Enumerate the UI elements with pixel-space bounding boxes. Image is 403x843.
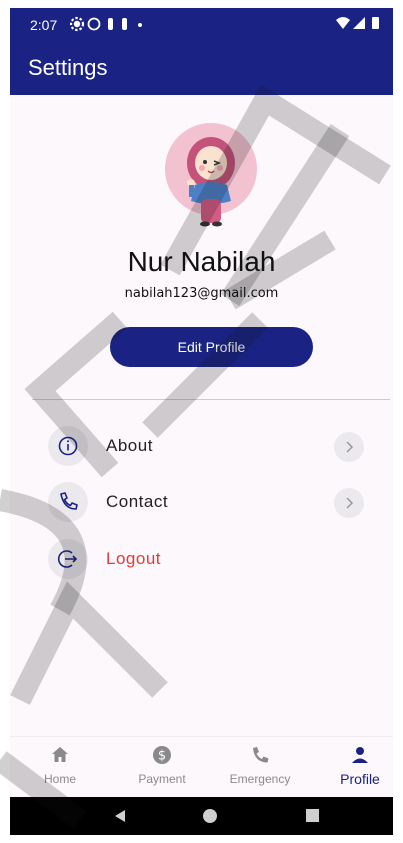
nav-item-payment[interactable]: $ Payment xyxy=(117,737,207,797)
back-icon[interactable] xyxy=(115,810,125,822)
nav-label: Home xyxy=(43,772,76,786)
menu-item-contact[interactable]: Contact xyxy=(48,482,368,522)
status-notification-icons xyxy=(69,16,146,36)
home-icon xyxy=(52,747,68,762)
status-system-icons xyxy=(335,15,383,35)
nav-label: Profile xyxy=(340,771,380,787)
profile-email: nabilah123@gmail.com xyxy=(124,286,279,301)
logout-icon xyxy=(48,539,88,579)
menu-item-label: Contact xyxy=(106,492,169,511)
menu-item-about[interactable]: About xyxy=(48,426,368,466)
nav-item-profile[interactable]: Profile xyxy=(315,737,393,797)
menu-item-logout[interactable]: Logout xyxy=(48,539,368,579)
nav-label: Payment xyxy=(138,772,186,786)
edit-profile-button[interactable]: Edit Profile xyxy=(110,327,313,367)
home-button-icon[interactable] xyxy=(203,809,217,823)
nav-label: Emergency xyxy=(229,772,291,786)
app-bar: Settings xyxy=(10,41,393,95)
nav-item-home[interactable]: Home xyxy=(15,737,105,797)
bottom-navigation: Home $ Payment Emergency Profile xyxy=(10,736,393,797)
system-navigation-bar xyxy=(10,797,393,835)
avatar-illustration xyxy=(187,137,235,227)
recents-icon[interactable] xyxy=(306,809,319,822)
chevron-right-icon[interactable] xyxy=(334,432,364,462)
dollar-icon: $ xyxy=(153,746,171,764)
notification-icons xyxy=(69,16,142,32)
chevron-right-icon[interactable] xyxy=(334,488,364,518)
wifi-signal-battery-icons xyxy=(336,17,379,29)
phone-icon xyxy=(253,747,269,763)
status-bar: 2:07 xyxy=(10,8,393,41)
person-icon xyxy=(352,747,368,763)
nav-item-emergency[interactable]: Emergency xyxy=(215,737,305,797)
info-icon xyxy=(48,426,88,466)
divider xyxy=(32,399,390,400)
status-time: 2:07 xyxy=(30,17,58,33)
phone-icon xyxy=(48,482,88,522)
profile-name: Nur Nabilah xyxy=(127,246,276,277)
svg-text:$: $ xyxy=(158,749,166,764)
menu-item-label: Logout xyxy=(106,549,161,568)
app-screen: 2:07 Settings Nur Nabilah nabilah123@gma… xyxy=(10,8,393,835)
menu-item-label: About xyxy=(106,436,153,455)
avatar xyxy=(165,123,257,227)
page-title: Settings xyxy=(28,55,108,80)
